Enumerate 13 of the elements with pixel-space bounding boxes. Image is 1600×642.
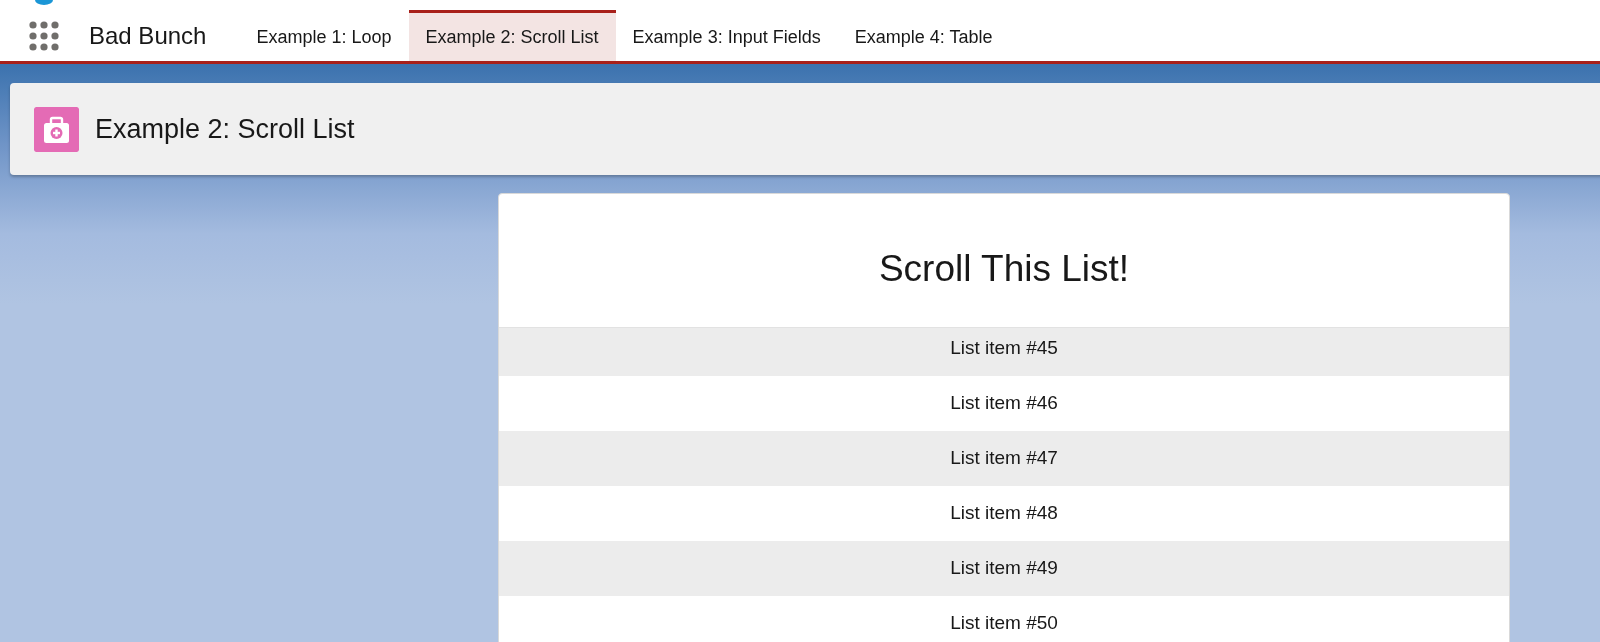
nav-tab[interactable]: Example 2: Scroll List — [408, 10, 616, 61]
nav-tab[interactable]: Example 4: Table — [837, 10, 1010, 61]
app-name: Bad Bunch — [89, 20, 207, 51]
list-item: List item #49 — [499, 541, 1509, 596]
logo-icon — [35, 0, 53, 5]
nav-tab[interactable]: Example 1: Loop — [239, 10, 409, 61]
page-title: Example 2: Scroll List — [95, 112, 355, 146]
app-launcher-icon[interactable] — [29, 20, 59, 51]
nav-tab[interactable]: Example 3: Input Fields — [615, 10, 838, 61]
list-item: List item #45 — [499, 328, 1509, 376]
card-title: Scroll This List! — [878, 247, 1130, 291]
list-item: List item #47 — [499, 431, 1509, 486]
first-aid-kit-icon — [34, 106, 79, 152]
